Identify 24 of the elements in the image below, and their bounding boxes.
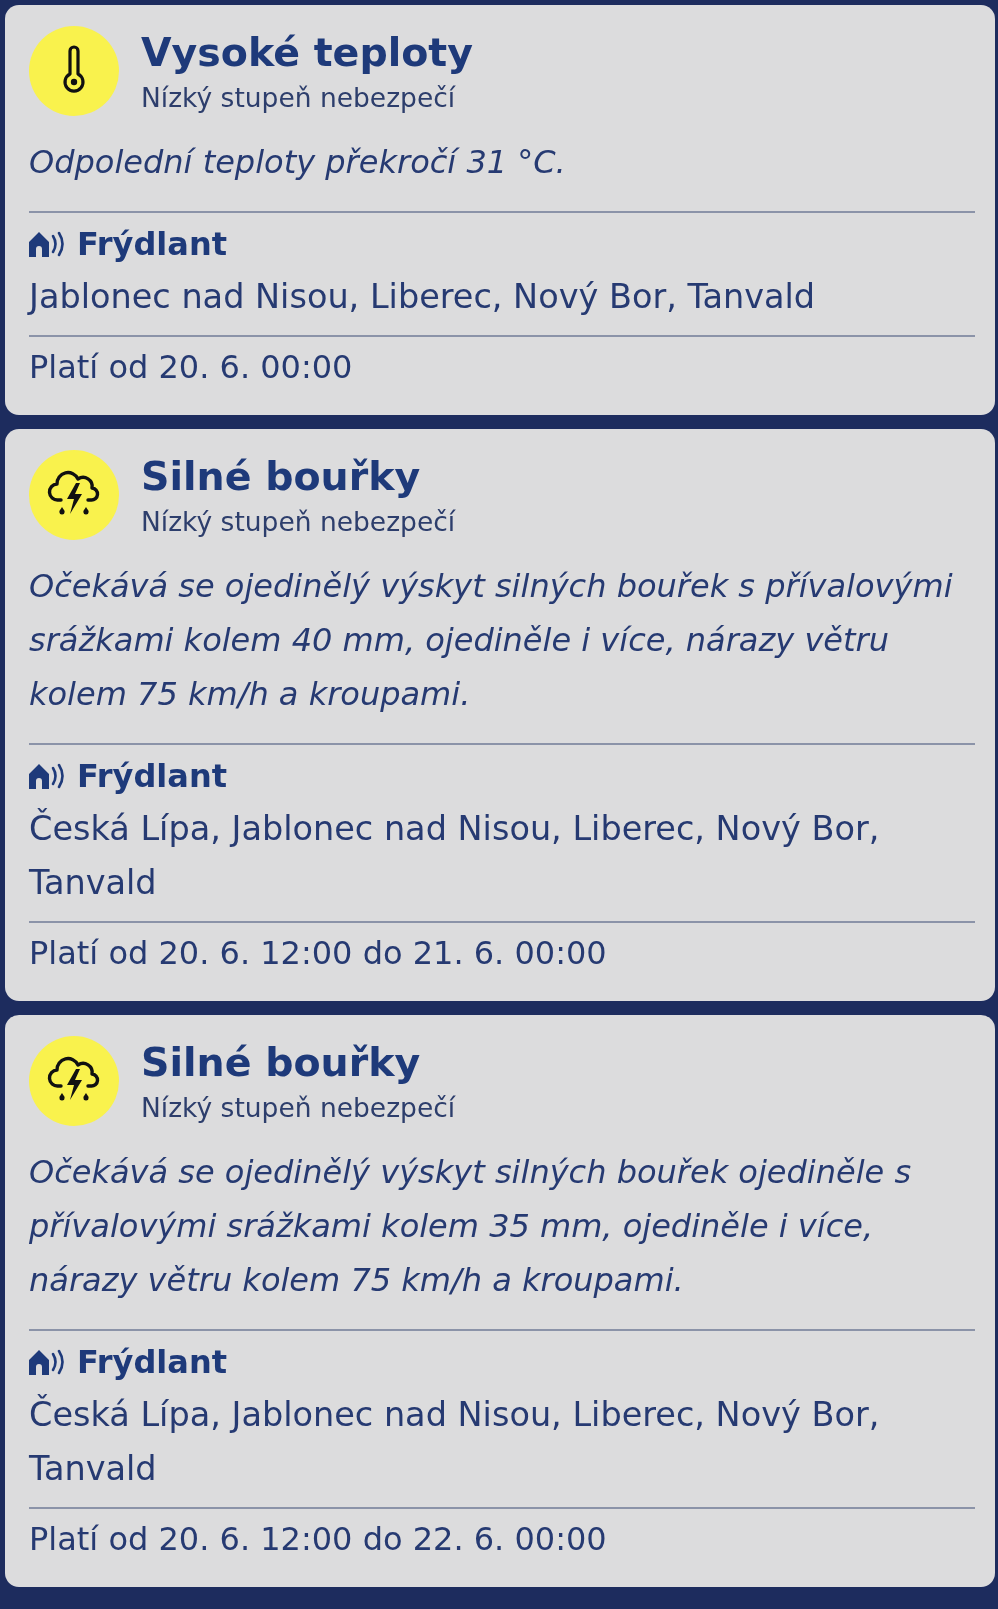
validity-period: Platí od 20. 6. 12:00 do 21. 6. 00:00 (29, 933, 608, 974)
warning-title: Vysoké teploty (141, 28, 473, 77)
thermometer-icon (29, 26, 119, 116)
storm-cloud-icon (29, 450, 119, 540)
validity-period: Platí od 20. 6. 12:00 do 22. 6. 00:00 (29, 1519, 608, 1560)
house-signal-icon (29, 231, 67, 257)
house-signal-icon (29, 763, 67, 789)
warning-title: Silné bouřky (141, 452, 422, 501)
region-name: Frýdlant (77, 1342, 227, 1383)
severity-label: Nízký stupeň nebezpečí (141, 1091, 456, 1125)
region-name: Frýdlant (77, 756, 227, 797)
town-list: Jablonec nad Nisou, Liberec, Nový Bor, Tanvald (29, 270, 975, 324)
storm-cloud-icon (29, 1036, 119, 1126)
severity-label: Nízký stupeň nebezpečí (141, 505, 456, 539)
warning-description: Očekává se ojedinělý výskyt silných bouřek s přívalovými srážkami kolem 40 mm, ojediněle i více, nárazy větru kolem 75 km/h a kroupami. (29, 566, 954, 715)
warning-title: Silné bouřky (141, 1038, 422, 1087)
house-signal-icon (29, 1349, 67, 1375)
warning-description: Odpolední teploty překročí 31 °C. (29, 142, 567, 183)
region-name: Frýdlant (77, 224, 227, 265)
validity-period: Platí od 20. 6. 00:00 (29, 347, 354, 388)
warning-description: Očekává se ojedinělý výskyt silných bouřek ojediněle s přívalovými srážkami kolem 35 mm, ojediněle i více, nárazy větru kolem 75 km/h a kroupami. (29, 1152, 913, 1301)
town-list: Česká Lípa, Jablonec nad Nisou, Liberec, Nový Bor, Tanvald (29, 1388, 975, 1496)
town-list: Česká Lípa, Jablonec nad Nisou, Liberec, Nový Bor, Tanvald (29, 802, 975, 910)
severity-label: Nízký stupeň nebezpečí (141, 81, 457, 115)
